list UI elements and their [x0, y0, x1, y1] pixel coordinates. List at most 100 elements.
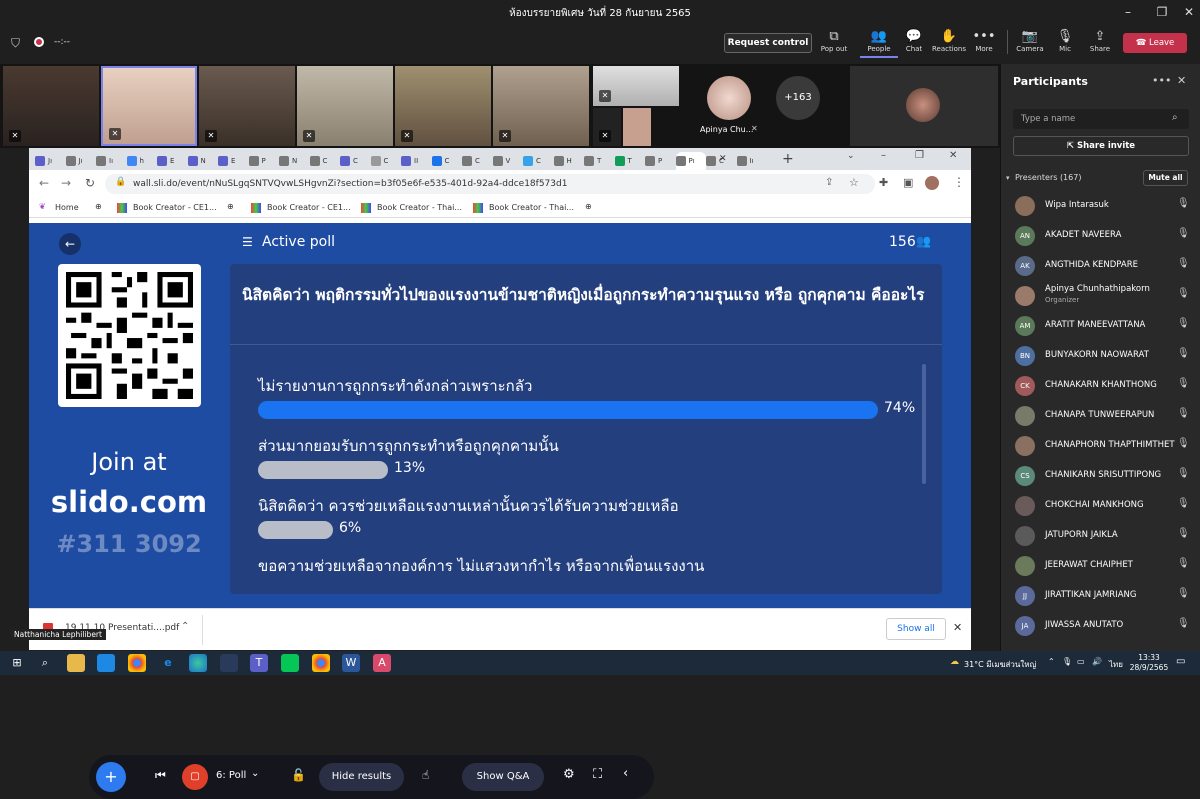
video-tile[interactable]: ✕ [297, 66, 393, 146]
mic-off-icon[interactable]: 🎙 [1177, 588, 1190, 599]
browser-maximize-button[interactable]: ❐ [915, 150, 924, 161]
globe-icon[interactable]: ⊕ [95, 202, 102, 211]
mic-off-icon[interactable]: 🎙 [1177, 558, 1190, 569]
edge-icon[interactable] [189, 654, 207, 672]
presenters-section-header[interactable]: Presenters (167) [1015, 173, 1081, 182]
profile-avatar[interactable] [925, 176, 939, 190]
forward-icon[interactable]: → [61, 176, 71, 190]
participant-row[interactable]: Apinya Chunhathipakorn Organizer 🎙 [1011, 281, 1196, 311]
mic-off-icon[interactable]: 🎙 [1177, 378, 1190, 389]
participant-row[interactable]: Wipa Intarasuk 🎙 [1011, 191, 1196, 221]
windows-start-icon[interactable]: ⊞ [8, 654, 26, 672]
participant-row[interactable]: JEERAWAT CHAIPHET 🎙 [1011, 551, 1196, 581]
url-field[interactable]: 🔒 wall.sli.do/event/nNuSLgqSNTVQvwLSHgvn… [105, 174, 875, 194]
sidepanel-icon[interactable]: ▣ [903, 176, 913, 189]
more-options-icon[interactable]: ••• [1152, 74, 1171, 87]
participant-row[interactable]: AK ANGTHIDA KENDPARE 🎙 [1011, 251, 1196, 281]
close-tab-icon[interactable]: ✕ [719, 154, 727, 164]
mic-button[interactable]: 🎙 Mic [1046, 28, 1084, 53]
participant-search-input[interactable]: Type a name ⌕ [1013, 109, 1189, 129]
browser-tab[interactable]: E [157, 152, 187, 170]
browser-tab[interactable]: h [126, 152, 157, 170]
access-icon[interactable]: A [373, 654, 391, 672]
globe-icon[interactable]: ⊕ [585, 202, 592, 211]
request-control-button[interactable]: Request control [724, 33, 812, 53]
mic-off-icon[interactable]: 🎙 [1177, 618, 1190, 629]
video-tile[interactable]: ✕ [593, 66, 679, 106]
browser-tab[interactable]: C [340, 152, 370, 170]
participant-row[interactable]: CHOKCHAI MANKHONG 🎙 [1011, 491, 1196, 521]
show-qa-button[interactable]: Show Q&A [462, 763, 544, 791]
close-window-button[interactable]: ✕ [1178, 0, 1200, 24]
browser-tab[interactable]: II [401, 152, 431, 170]
browser-tab[interactable]: H [553, 152, 584, 170]
participant-row[interactable]: JATUPORN JAIKLA 🎙 [1011, 521, 1196, 551]
scrollbar[interactable] [922, 364, 926, 484]
chevron-down-icon[interactable]: ⌄ [251, 768, 259, 779]
browser-tab[interactable]: C [309, 152, 340, 170]
participant-row[interactable]: CHANAPA TUNWEERAPUN 🎙 [1011, 401, 1196, 431]
chevron-up-icon[interactable]: ⌃ [181, 621, 189, 632]
share-invite-button[interactable]: ⇱ Share invite [1013, 136, 1189, 156]
bookmark-item[interactable]: Book Creator - Thai... [489, 203, 574, 212]
internet-explorer-icon[interactable]: e [159, 654, 177, 672]
browser-tab[interactable]: C [370, 152, 401, 170]
video-tile[interactable]: ✕ [3, 66, 99, 146]
bookmark-item[interactable]: Book Creator - CE1... [267, 203, 351, 212]
leave-button[interactable]: ☎ Leave [1123, 33, 1187, 53]
back-arrow-icon[interactable]: ← [59, 233, 81, 255]
tab-search-icon[interactable]: ⌄ [847, 151, 855, 161]
browser-tab[interactable]: Jı [35, 152, 65, 170]
mic-off-icon[interactable]: 🎙 [1177, 528, 1190, 539]
participant-row[interactable]: CHANAPHORN THAPTHIMTHET 🎙 [1011, 431, 1196, 461]
word-icon[interactable]: W [342, 654, 360, 672]
share-page-icon[interactable]: ⇪ [825, 177, 833, 188]
teams-icon[interactable]: T [250, 654, 268, 672]
browser-tab[interactable]: Jı [65, 152, 96, 170]
maximize-button[interactable]: ❐ [1146, 0, 1178, 24]
volume-icon[interactable]: 🔊 [1092, 657, 1102, 666]
chrome-icon[interactable] [128, 654, 146, 672]
browser-tab[interactable]: P [645, 152, 675, 170]
popout-button[interactable]: ⧉ Pop out [815, 28, 853, 53]
participant-row[interactable]: AM ARATIT MANEEVATTANA 🎙 [1011, 311, 1196, 341]
more-button[interactable]: ••• More [965, 28, 1003, 53]
participant-row[interactable]: BN BUNYAKORN NAOWARAT 🎙 [1011, 341, 1196, 371]
show-all-button[interactable]: Show all [886, 618, 946, 640]
mic-off-icon[interactable]: 🎙 [1177, 288, 1190, 299]
browser-tab[interactable]: P [248, 152, 279, 170]
chevron-left-icon[interactable]: ‹ [623, 766, 628, 781]
participant-row[interactable]: JA JIWASSA ANUTATO 🎙 [1011, 611, 1196, 641]
browser-tab[interactable]: E [218, 152, 248, 170]
bookmark-star-icon[interactable]: ☆ [849, 176, 859, 189]
participant-row[interactable]: JJ JIRATTIKAN JAMRIANG 🎙 [1011, 581, 1196, 611]
browser-minimize-button[interactable]: – [881, 150, 886, 161]
hide-results-button[interactable]: Hide results [319, 763, 404, 791]
close-icon[interactable]: ✕ [1177, 74, 1186, 87]
reload-icon[interactable]: ↻ [85, 176, 95, 190]
weather-text[interactable]: 31°C มีเมฆส่วนใหญ่ [964, 658, 1036, 671]
participant-row[interactable]: CK CHANAKARN KHANTHONG 🎙 [1011, 371, 1196, 401]
browser-tab[interactable]: N [187, 152, 218, 170]
video-tile[interactable]: ✕ [593, 108, 621, 146]
mic-off-icon[interactable]: 🎙 [1177, 408, 1190, 419]
browser-tab[interactable]: Iı [736, 152, 767, 170]
video-tile[interactable]: ✕ [395, 66, 491, 146]
video-tile[interactable]: ✕ [493, 66, 589, 146]
fullscreen-icon[interactable]: ⛶ [593, 767, 602, 782]
browser-tab[interactable]: C [431, 152, 462, 170]
mic-off-icon[interactable]: 🎙 [1177, 348, 1190, 359]
app-icon[interactable] [220, 654, 238, 672]
browser-tab[interactable]: C [523, 152, 553, 170]
minimize-button[interactable]: – [1112, 0, 1144, 24]
clock-date[interactable]: 28/9/2565 [1128, 663, 1170, 672]
mic-off-icon[interactable]: 🎙 [1177, 198, 1190, 209]
participant-row[interactable]: AN AKADET NAVEERA 🎙 [1011, 221, 1196, 251]
mic-off-icon[interactable]: 🎙 [1177, 258, 1190, 269]
back-icon[interactable]: ← [39, 176, 49, 190]
more-participants-count[interactable]: +163 [776, 76, 820, 120]
mic-off-icon[interactable]: 🎙 [1177, 318, 1190, 329]
browser-tab[interactable]: T [614, 152, 645, 170]
bookmark-item[interactable]: Book Creator - Thai... [377, 203, 462, 212]
add-icon[interactable]: + [96, 762, 126, 792]
